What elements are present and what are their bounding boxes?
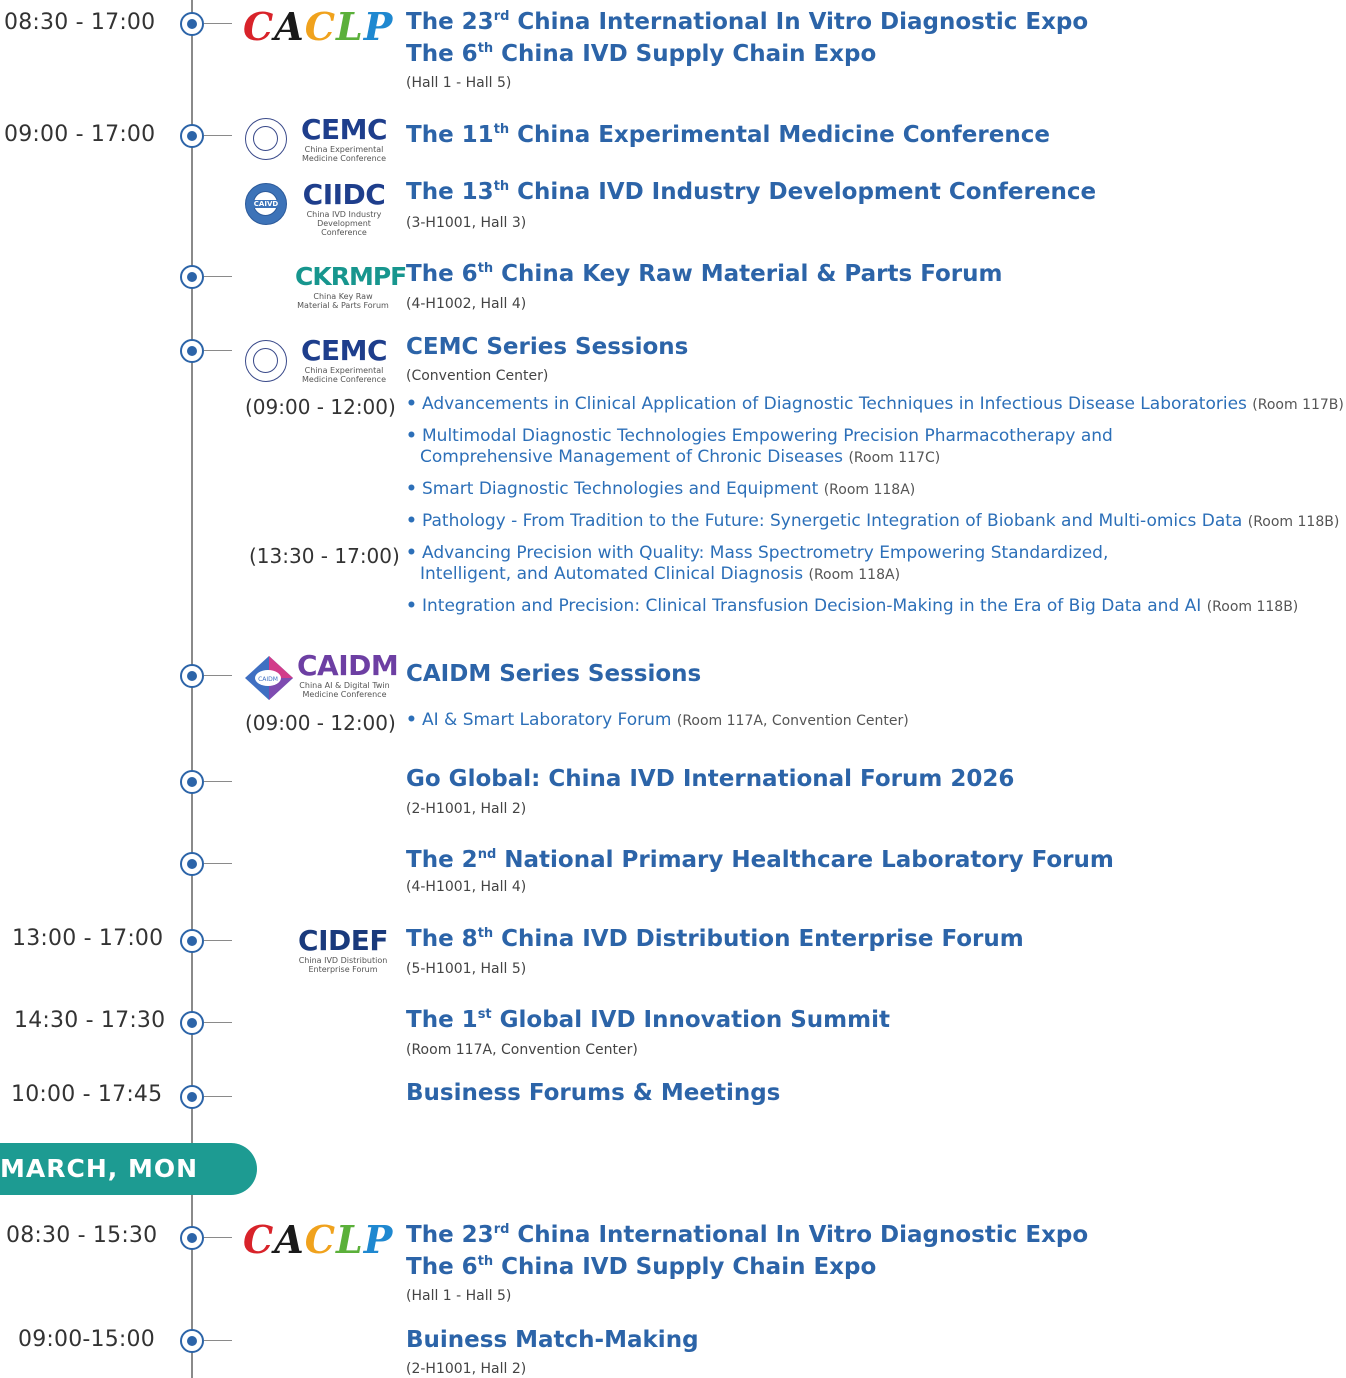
caidm-diamond-icon: CAIDM [245, 656, 293, 700]
event-title: Go Global: China IVD International Forum… [406, 766, 1015, 792]
event-time: 10:00 - 17:45 [11, 1082, 163, 1107]
cemc-seal-icon [245, 118, 287, 160]
event-title: The 2nd National Primary Healthcare Labo… [406, 847, 1114, 873]
session-item: • AI & Smart Laboratory Forum (Room 117A,… [406, 710, 909, 730]
session-item: • Multimodal Diagnostic Technologies Empo… [406, 426, 1113, 467]
event-venue: (5-H1001, Hall 5) [406, 961, 527, 977]
event-title: The 23rd China International In Vitro Di… [406, 1222, 1089, 1248]
timeline-node [180, 770, 232, 794]
event-title: CAIDM Series Sessions [406, 661, 702, 687]
session-item: • Smart Diagnostic Technologies and Equip… [406, 479, 916, 499]
timeline-node [180, 339, 232, 363]
event-venue: (Hall 1 - Hall 5) [406, 75, 512, 91]
timeline-node [180, 124, 232, 148]
timeline-node [180, 265, 232, 289]
event-title: The 6th China IVD Supply Chain Expo [406, 41, 877, 67]
cidef-logo: CIDEF China IVD Distribution Enterprise … [298, 924, 388, 975]
session-time: (09:00 - 12:00) [245, 395, 396, 419]
event-title: CEMC Series Sessions [406, 334, 689, 360]
cemc-seal-icon [245, 340, 287, 382]
timeline-node [180, 1329, 232, 1353]
event-venue: (Hall 1 - Hall 5) [406, 1288, 512, 1304]
event-venue: (3-H1001, Hall 3) [406, 215, 527, 231]
event-venue: (2-H1001, Hall 2) [406, 801, 527, 817]
session-item: • Integration and Precision: Clinical Tra… [406, 596, 1299, 616]
event-title: The 11th China Experimental Medicine Con… [406, 122, 1050, 148]
day-banner: MARCH, MON [0, 1143, 257, 1195]
caclp-logo: CACLP [243, 1217, 394, 1262]
event-title: The 6th China Key Raw Material & Parts F… [406, 261, 1003, 287]
session-item: • Advancements in Clinical Application of… [406, 394, 1344, 414]
event-title: The 13th China IVD Industry Development … [406, 179, 1097, 205]
event-title: Buiness Match-Making [406, 1327, 699, 1353]
event-venue: (Room 117A, Convention Center) [406, 1042, 638, 1058]
event-venue: (4-H1002, Hall 4) [406, 296, 527, 312]
event-time: 09:00-15:00 [18, 1327, 155, 1352]
timeline-node [180, 1085, 232, 1109]
timeline-node [180, 12, 232, 36]
event-time: 09:00 - 17:00 [4, 122, 156, 147]
event-title: The 1st Global IVD Innovation Summit [406, 1007, 890, 1033]
session-time: (13:30 - 17:00) [249, 544, 400, 568]
event-title: The 6th China IVD Supply Chain Expo [406, 1254, 877, 1280]
timeline-node [180, 1011, 232, 1035]
event-venue: (2-H1001, Hall 2) [406, 1361, 527, 1377]
event-venue: (4-H1001, Hall 4) [406, 879, 527, 895]
cemc-logo: CEMC China Experimental Medicine Confere… [300, 334, 388, 385]
session-item: • Pathology - From Tradition to the Futur… [406, 511, 1340, 531]
event-title: The 8th China IVD Distribution Enterpris… [406, 926, 1024, 952]
caivd-seal-icon: CAIVD [245, 183, 287, 225]
event-time: 14:30 - 17:30 [14, 1008, 166, 1033]
event-time: 08:30 - 17:00 [4, 10, 156, 35]
caclp-logo: CACLP [243, 4, 394, 49]
event-title: The 23rd China International In Vitro Di… [406, 9, 1089, 35]
event-title: Business Forums & Meetings [406, 1080, 781, 1106]
ckrmpf-logo: CKRMPF China Key Raw Material & Parts Fo… [295, 262, 407, 310]
event-time: 08:30 - 15:30 [6, 1223, 158, 1248]
session-item: • Advancing Precision with Quality: Mass … [406, 543, 1109, 584]
timeline-node [180, 852, 232, 876]
event-time: 13:00 - 17:00 [12, 926, 164, 951]
caidm-logo: CAIDM China AI & Digital Twin Medicine C… [297, 649, 399, 700]
cemc-logo: CEMC China Experimental Medicine Confere… [300, 113, 388, 164]
svg-text:CAIDM: CAIDM [258, 676, 278, 683]
timeline-node [180, 1226, 232, 1250]
timeline-node [180, 929, 232, 953]
event-venue: (Convention Center) [406, 368, 549, 384]
timeline-node [180, 664, 232, 688]
session-time: (09:00 - 12:00) [245, 711, 396, 735]
ciidc-logo: CIIDC China IVD Industry Development Con… [302, 178, 386, 238]
